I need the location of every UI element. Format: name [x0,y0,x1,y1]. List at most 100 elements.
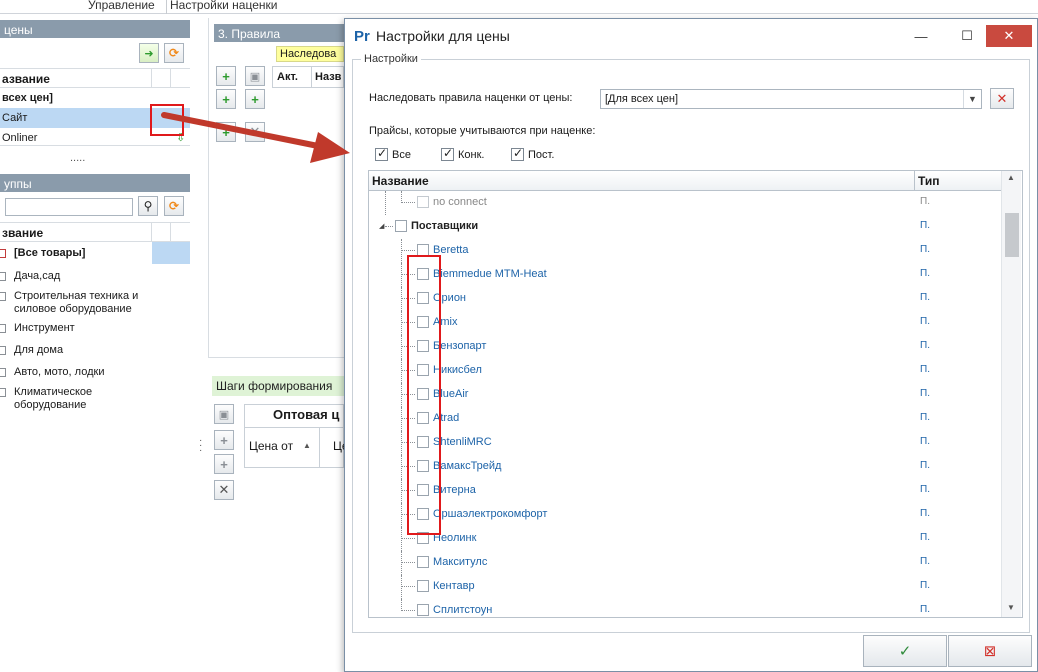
row-type: П. [920,340,930,351]
table-rows: no connect П. ◢ Поставщики П. Beretta П. B… [369,191,1001,617]
table-row[interactable]: Неолинк П. [369,527,1001,551]
dialog-title: Настройки для цены [376,28,510,44]
column-header-type[interactable]: Тип [915,171,1001,191]
row-type: П. [920,532,930,543]
menu-item-markup-settings[interactable]: Настройки наценки [170,0,277,12]
dialog-titlebar: Pr Настройки для цены — ☐ ✕ [345,19,1037,53]
table-row[interactable]: no connect П. [369,191,1001,215]
annotation-checkbox-highlight [407,255,441,535]
table-row[interactable]: Макситулс П. [369,551,1001,575]
table-row[interactable]: Beretta П. [369,239,1001,263]
prices-panel-header: цены [0,20,190,38]
row-checkbox[interactable] [417,196,429,208]
scroll-down-icon: ▼ [1007,603,1015,612]
row-checkbox[interactable] [417,580,429,592]
collapse-icon[interactable]: ◢ [379,222,384,230]
minimize-button[interactable]: — [898,25,944,47]
row-type: П. [920,412,930,423]
menu-bar: Управление Настройки наценки [0,0,1038,14]
group-item-auto[interactable]: Авто, мото, лодки [0,366,190,379]
row-name: ShtenliMRC [433,436,492,448]
row-type: П. [920,292,930,303]
column-header-name[interactable]: Название [369,171,915,191]
refresh-icon[interactable]: ⟳ [164,43,184,63]
save-rule-button[interactable]: ▣ [245,66,265,86]
row-type: П. [920,316,930,327]
row-type: П. [920,244,930,255]
app-logo-icon: Pr [354,28,370,45]
table-row[interactable]: Витерна П. [369,479,1001,503]
scroll-thumb[interactable] [1005,213,1019,257]
chevron-down-icon[interactable]: ▼ [963,90,981,108]
cancel-button[interactable]: ⊠ [948,635,1032,667]
table-row[interactable]: BlueAir П. [369,383,1001,407]
row-checkbox[interactable] [417,556,429,568]
table-row[interactable]: Оршаэлектрокомфорт П. [369,503,1001,527]
more-dots[interactable]: ..... [70,152,85,164]
delete-step-button[interactable]: ✕ [214,480,234,500]
groups-panel-header: уппы [0,174,190,192]
filter-all-checkbox[interactable] [375,146,388,161]
save-step-button[interactable]: ▣ [214,404,234,424]
row-type: П. [920,460,930,471]
steps-table: Оптовая ц Цена от ▲ Це [244,404,349,468]
table-row[interactable]: ВамаксТрейд П. [369,455,1001,479]
table-row[interactable]: Atrad П. [369,407,1001,431]
inherited-badge: Наследова [276,46,344,62]
ok-button[interactable]: ✓ [863,635,947,667]
rules-panel-header: 3. Правила формирования [214,24,344,55]
prices-label: Прайсы, которые учитываются при наценке: [369,125,596,137]
row-type: П. [920,508,930,519]
add-substep-button[interactable]: + [214,454,234,474]
table-row-group-suppliers[interactable]: ◢ Поставщики П. [369,215,1001,239]
row-type: П. [920,604,930,615]
table-row[interactable]: Сплитстоун П. [369,599,1001,617]
group-checkbox[interactable] [395,220,407,232]
group-item-dacha[interactable]: Дача,сад [0,270,190,283]
inherit-price-select[interactable]: [Для всех цен] ▼ [600,89,982,109]
table-row[interactable]: Орион П. [369,287,1001,311]
row-type: П. [920,484,930,495]
row-type: П. [920,364,930,375]
row-name: Макситулс [433,556,488,568]
group-item-construction[interactable]: Строительная техника и силовое оборудова… [0,290,160,316]
table-row[interactable]: Amix П. [369,311,1001,335]
row-name: Кентавр [433,580,475,592]
settings-group-label: Настройки [361,53,421,65]
filter-competitors[interactable]: Конк. [441,146,484,161]
refresh-groups-icon[interactable]: ⟳ [164,196,184,216]
group-item-home[interactable]: Для дома [0,344,190,357]
table-row[interactable]: Никисбел П. [369,359,1001,383]
group-item-all[interactable]: [Все товары] [0,247,190,260]
menu-item-management[interactable]: Управление [88,0,155,12]
price-lists-table: Название Тип ▲ ▼ no connect П. ◢ Поставщ… [368,170,1023,618]
table-row[interactable]: ShtenliMRC П. [369,431,1001,455]
table-row[interactable]: Biemmedue MTM-Heat П. [369,263,1001,287]
maximize-button[interactable]: ☐ [944,25,990,47]
row-type: П. [920,580,930,591]
group-item-tools[interactable]: Инструмент [0,322,190,335]
clear-inherit-button[interactable]: ✕ [990,88,1014,109]
search-icon[interactable]: ⚲ [138,196,158,216]
table-row[interactable]: Бензопарт П. [369,335,1001,359]
groups-search-input[interactable] [5,198,133,216]
splitter-handle[interactable]: · · · [199,436,202,456]
close-button[interactable]: ✕ [986,25,1032,47]
filter-all[interactable]: Все [375,146,411,161]
row-checkbox[interactable] [417,604,429,616]
filter-suppliers-checkbox[interactable] [511,146,524,161]
inherit-label: Наследовать правила наценки от цены: [369,92,573,104]
group-item-climate[interactable]: Климатическое оборудование [0,386,120,412]
rules-table-header: Акт. Назв [272,66,344,88]
vertical-scrollbar[interactable]: ▲ ▼ [1001,171,1021,617]
filter-suppliers[interactable]: Пост. [511,146,554,161]
add-rule-button[interactable]: + [216,66,236,86]
add-step-button[interactable]: + [214,430,234,450]
steps-header: Шаги формирования [212,376,344,396]
row-type: П. [920,556,930,567]
export-icon[interactable]: ➜ [139,43,159,63]
row-name: Biemmedue MTM-Heat [433,268,547,280]
table-row[interactable]: Кентавр П. [369,575,1001,599]
filter-competitors-checkbox[interactable] [441,146,454,161]
prices-column-header: азвание [0,68,190,88]
